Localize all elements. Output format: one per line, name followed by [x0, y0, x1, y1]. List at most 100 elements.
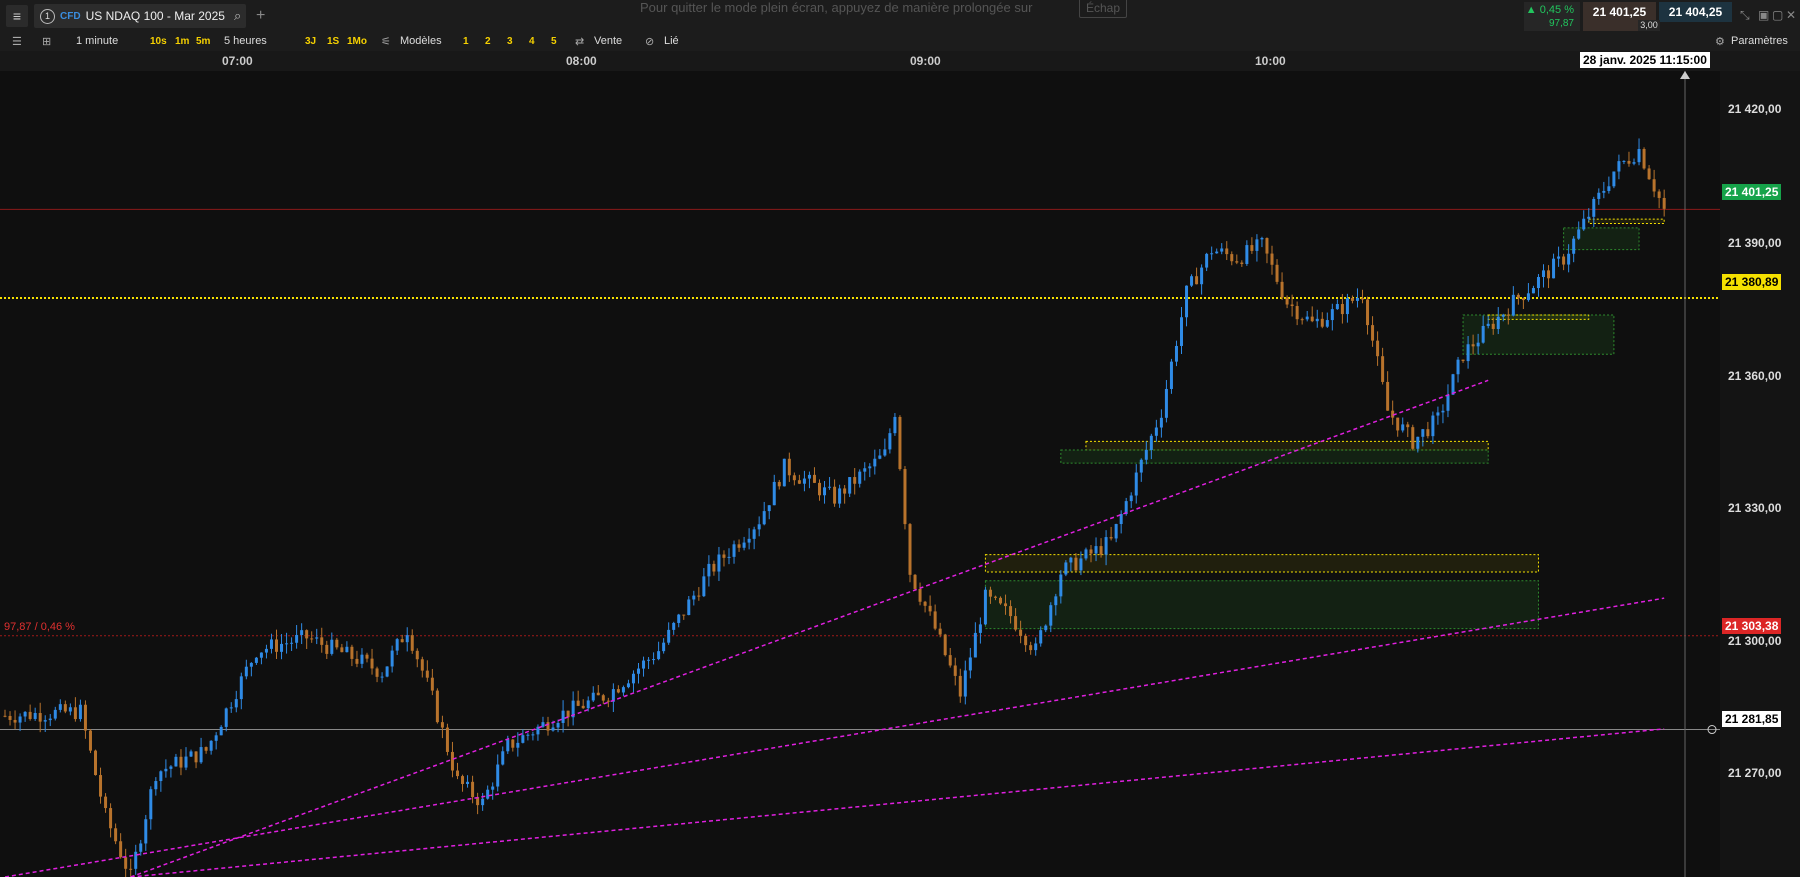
close-icon[interactable]: ✕ [1786, 8, 1796, 22]
candle-body [1471, 344, 1475, 347]
layout-icon[interactable]: ⊞ [42, 33, 51, 49]
restore-icon[interactable]: ▣ [1758, 8, 1769, 22]
chart-plot[interactable] [0, 71, 1720, 877]
candle [1371, 316, 1375, 347]
candle-body [269, 639, 273, 649]
candle-body [1627, 160, 1631, 164]
candle [365, 652, 369, 663]
plus-icon[interactable]: + [256, 7, 265, 25]
candle-body [1069, 557, 1073, 563]
template-slot-1[interactable]: 1 [463, 33, 469, 49]
template-slot-2[interactable]: 2 [485, 33, 491, 49]
candle-body [807, 474, 811, 479]
settings-button[interactable]: Paramètres [1731, 33, 1788, 49]
interval-5m[interactable]: 5m [196, 33, 210, 49]
templates-icon[interactable]: ⚟ [381, 33, 391, 49]
settings-icon[interactable]: ⚙ [1715, 33, 1725, 49]
candle-body [561, 710, 565, 723]
candle [1265, 237, 1269, 264]
candle-body [616, 689, 620, 693]
candle-body [1572, 238, 1576, 254]
candle-body [1190, 276, 1194, 286]
candle [405, 627, 409, 652]
menu-icon[interactable]: ≡ [6, 5, 28, 27]
candle-body [707, 563, 711, 577]
candle-body [1361, 297, 1364, 300]
sell-button[interactable]: Vente [594, 33, 622, 49]
interval-10s[interactable]: 10s [150, 33, 167, 49]
candle [1255, 234, 1259, 262]
candle-body [450, 751, 454, 771]
candle [63, 700, 67, 714]
candle [23, 711, 27, 722]
candle [1617, 154, 1621, 180]
interval-1m[interactable]: 1m [175, 33, 189, 49]
sell-icon[interactable]: ⇄ [575, 33, 584, 49]
candle-body [657, 651, 661, 660]
candle-body [430, 677, 434, 691]
candle-body [1039, 630, 1043, 644]
candle-body [958, 675, 962, 697]
candle [722, 550, 726, 567]
candle-body [38, 713, 42, 722]
candle [682, 614, 686, 620]
candle-body [1260, 238, 1264, 240]
candle-body [1300, 319, 1304, 321]
template-slot-3[interactable]: 3 [507, 33, 513, 49]
candle-body [1501, 314, 1505, 317]
buy-price-button[interactable]: 21 404,25 [1659, 2, 1732, 22]
candle-body [596, 692, 600, 696]
link-icon[interactable]: ⊘ [645, 33, 654, 49]
candle-body [923, 601, 927, 606]
candle-body [491, 786, 495, 790]
linked-button[interactable]: Lié [664, 33, 679, 49]
candle-body [471, 781, 475, 798]
candle-body [988, 589, 992, 597]
change-value: 97,87 [1548, 18, 1574, 29]
candle-body [712, 563, 716, 572]
interval-select[interactable]: 1 minute [76, 33, 118, 49]
candle-body [667, 629, 671, 643]
candle-body [370, 658, 374, 669]
candle [144, 814, 148, 851]
list-icon[interactable]: ☰ [12, 33, 22, 49]
search-icon[interactable]: ⌕ [234, 8, 241, 24]
candle [360, 648, 364, 669]
range-1s[interactable]: 1S [327, 33, 339, 49]
maximize-icon[interactable]: ▢ [1772, 8, 1783, 22]
templates-button[interactable]: Modèles [400, 33, 442, 49]
cursor-arrow-icon [1680, 71, 1690, 79]
candle-body [395, 639, 399, 651]
candle-body [787, 458, 791, 476]
candle [812, 467, 816, 484]
template-slot-4[interactable]: 4 [529, 33, 535, 49]
alert-price-badge[interactable]: 21 380,89 [1722, 274, 1782, 290]
candle [1436, 406, 1440, 425]
tab-type: CFD [60, 10, 81, 22]
spread: 3,00 [1638, 20, 1660, 31]
candle-body [290, 642, 294, 644]
candle [1381, 347, 1385, 385]
candle-body [119, 841, 123, 858]
candle [1542, 264, 1545, 288]
candle-body [526, 734, 530, 736]
candle [893, 413, 897, 436]
candle-body [380, 676, 384, 678]
range-select[interactable]: 5 heures [224, 33, 267, 49]
candle-body [355, 658, 359, 664]
candle-body [1607, 186, 1611, 191]
candle-body [1557, 256, 1561, 259]
template-slot-5[interactable]: 5 [551, 33, 557, 49]
range-1mo[interactable]: 1Mo [347, 33, 367, 49]
candle [1662, 189, 1666, 217]
range-3j[interactable]: 3J [305, 33, 316, 49]
candle-body [973, 632, 977, 658]
candle-body [164, 768, 168, 772]
instrument-tab[interactable]: 1 CFD US NDAQ 100 - Mar 2025 ⌕ [34, 4, 246, 28]
candle-body [1104, 537, 1108, 555]
candle-body [848, 477, 852, 494]
price-tick: 21 330,00 [1728, 501, 1782, 515]
minimize-icon[interactable]: ⤡ [1740, 8, 1750, 23]
candle-body [873, 458, 877, 467]
candle [677, 613, 681, 628]
